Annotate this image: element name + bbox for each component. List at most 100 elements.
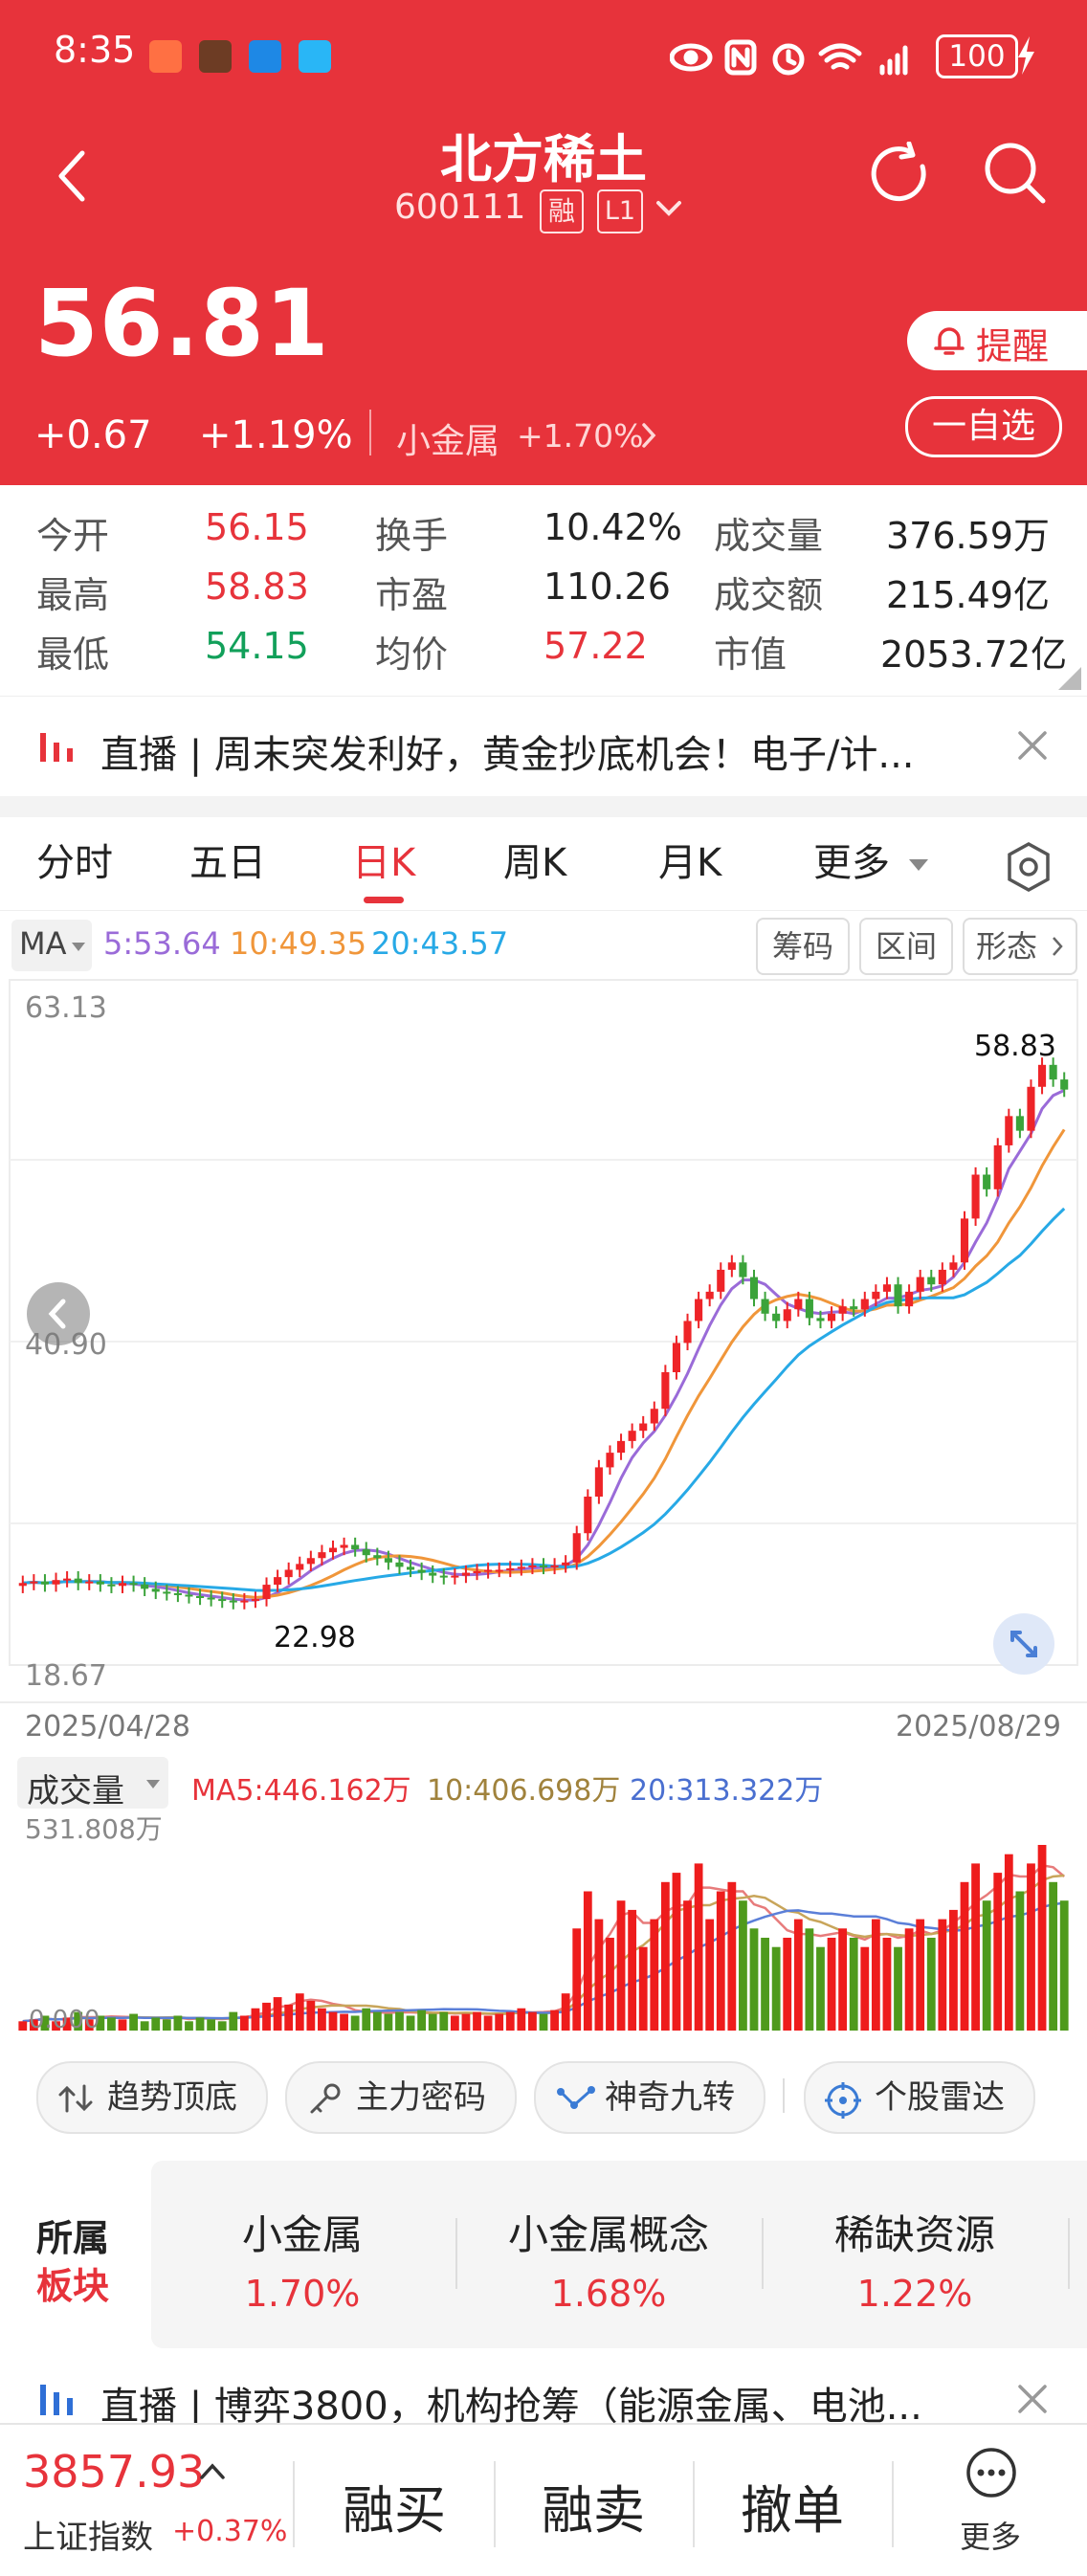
candle-body	[517, 1566, 525, 1569]
stock-radar-button[interactable]: 个股雷达	[804, 2061, 1035, 2134]
x-axis-end-label: 2025/08/29	[896, 1710, 1061, 1743]
fullscreen-button[interactable]	[993, 1613, 1054, 1675]
volume-bar	[694, 1863, 703, 2031]
ma10-value: 10:49.35	[230, 925, 367, 962]
watchlist-button[interactable]: 一自选	[905, 396, 1062, 457]
candle-body	[362, 1549, 370, 1556]
sector-link-pct[interactable]: +1.70%	[517, 417, 643, 455]
close-icon[interactable]	[1016, 2383, 1049, 2415]
tab-daily-k[interactable]: 日K	[352, 832, 415, 887]
sector-item-2[interactable]: 稀缺资源 1.22%	[771, 2203, 1058, 2315]
tab-five-day[interactable]: 五日	[189, 832, 266, 887]
open-value: 56.15	[205, 506, 309, 548]
turnover-value: 10.42%	[544, 506, 682, 548]
candle-body	[705, 1291, 714, 1299]
candle-body	[473, 1571, 481, 1574]
volume-bar	[550, 2010, 559, 2031]
ma-selector[interactable]: MA	[11, 920, 92, 971]
search-icon[interactable]	[982, 140, 1049, 211]
volume-bar	[849, 1938, 858, 2031]
sector-item-0[interactable]: 小金属 1.70%	[159, 2203, 446, 2315]
candle-body	[938, 1269, 946, 1285]
candle-body	[373, 1555, 382, 1559]
candle-body	[296, 1564, 304, 1570]
candle-body	[262, 1585, 271, 1600]
margin-buy-button[interactable]: 融买	[299, 2468, 490, 2543]
shape-button[interactable]: 形态	[963, 918, 1077, 975]
volume-bar	[162, 2019, 171, 2031]
tab-monthly-k[interactable]: 月K	[658, 832, 721, 887]
tab-intraday[interactable]: 分时	[36, 832, 113, 887]
volume-selector[interactable]: 成交量	[17, 1757, 168, 1810]
chevron-down-icon[interactable]	[654, 197, 683, 224]
sector-item-1[interactable]: 小金属概念 1.68%	[465, 2203, 752, 2315]
high-value: 58.83	[205, 566, 309, 608]
chip-button[interactable]: 筹码	[756, 918, 850, 975]
expand-corner-icon[interactable]	[1058, 667, 1081, 690]
more-button[interactable]: 更多	[919, 2436, 1062, 2570]
candlestick-chart[interactable]	[0, 978, 1087, 1667]
volume-chart[interactable]	[0, 1839, 1087, 2040]
volume-bar	[916, 1919, 925, 2031]
price-chart-area: 63.13 40.90 18.67 58.83 22.98 2025/04/28…	[0, 978, 1087, 1839]
banner-top-text: 直播 | 周末突发利好，黄金抄底机会！电子/计...	[100, 733, 915, 777]
volume-bar	[18, 2021, 28, 2031]
trend-top-bottom-button[interactable]: 趋势顶底	[36, 2061, 268, 2134]
volume-bar	[340, 2013, 348, 2031]
range-button[interactable]: 区间	[859, 918, 953, 975]
avg-value: 57.22	[544, 625, 648, 667]
magic-nine-button[interactable]: 神奇九转	[534, 2061, 765, 2134]
candle-body	[40, 1581, 49, 1585]
candle-body	[96, 1581, 104, 1585]
volume-bar	[572, 1928, 582, 2031]
radar-icon	[825, 2082, 861, 2119]
candle-body	[794, 1299, 803, 1310]
chevron-right-icon	[639, 421, 658, 454]
status-time: 8:35	[54, 29, 136, 71]
candle-body	[872, 1291, 880, 1299]
candle-body	[318, 1552, 326, 1559]
zigzag-icon	[557, 2086, 595, 2109]
candle-body	[207, 1597, 215, 1600]
margin-sell-button[interactable]: 融卖	[498, 2468, 689, 2543]
close-icon[interactable]	[1016, 729, 1049, 762]
alert-button[interactable]: 提醒	[907, 311, 1087, 370]
tab-weekly-k[interactable]: 周K	[503, 832, 566, 887]
live-banner-top[interactable]: 直播 | 周末突发利好，黄金抄底机会！电子/计...	[0, 696, 1087, 796]
volume-bar	[660, 1881, 670, 2031]
refresh-icon[interactable]	[867, 141, 934, 212]
candle-body	[960, 1218, 969, 1263]
candle-body	[417, 1569, 426, 1573]
candle-body	[63, 1578, 72, 1581]
volume-bar	[628, 1909, 637, 2031]
candle-body	[528, 1565, 537, 1567]
candle-body	[639, 1423, 648, 1432]
candle-body	[695, 1299, 703, 1321]
bottom-action-bar: 3857.93 上证指数 +0.37% 融买 融卖 撤单 更多	[0, 2423, 1087, 2576]
pe-value: 110.26	[544, 566, 671, 608]
volume-bar	[871, 1919, 880, 2031]
volume-label: 成交量	[714, 515, 824, 557]
volume-bar	[129, 2013, 138, 2031]
candle-body	[340, 1544, 348, 1548]
main-force-button[interactable]: 主力密码	[285, 2061, 517, 2134]
candle-body	[672, 1343, 680, 1373]
cancel-order-button[interactable]: 撤单	[697, 2468, 888, 2543]
tab-more[interactable]: 更多	[813, 832, 890, 887]
volume-bar	[118, 2019, 127, 2031]
candle-body	[328, 1547, 338, 1553]
sector-link[interactable]: 小金属	[396, 413, 499, 463]
candle-body	[461, 1572, 470, 1576]
candle-body	[650, 1409, 658, 1424]
settings-icon[interactable]	[1005, 841, 1053, 893]
volume-bar	[328, 2011, 338, 2031]
live-bars-icon	[40, 2385, 73, 2415]
candle-body	[506, 1567, 515, 1570]
volume-bar	[982, 1900, 991, 2031]
index-value[interactable]: 3857.93	[23, 2446, 205, 2498]
volume-bar	[749, 1928, 759, 2031]
volume-bar	[284, 2004, 294, 2031]
index-pct: +0.37%	[172, 2515, 288, 2548]
candle-body	[30, 1581, 38, 1584]
scroll-left-button[interactable]	[27, 1282, 90, 1345]
